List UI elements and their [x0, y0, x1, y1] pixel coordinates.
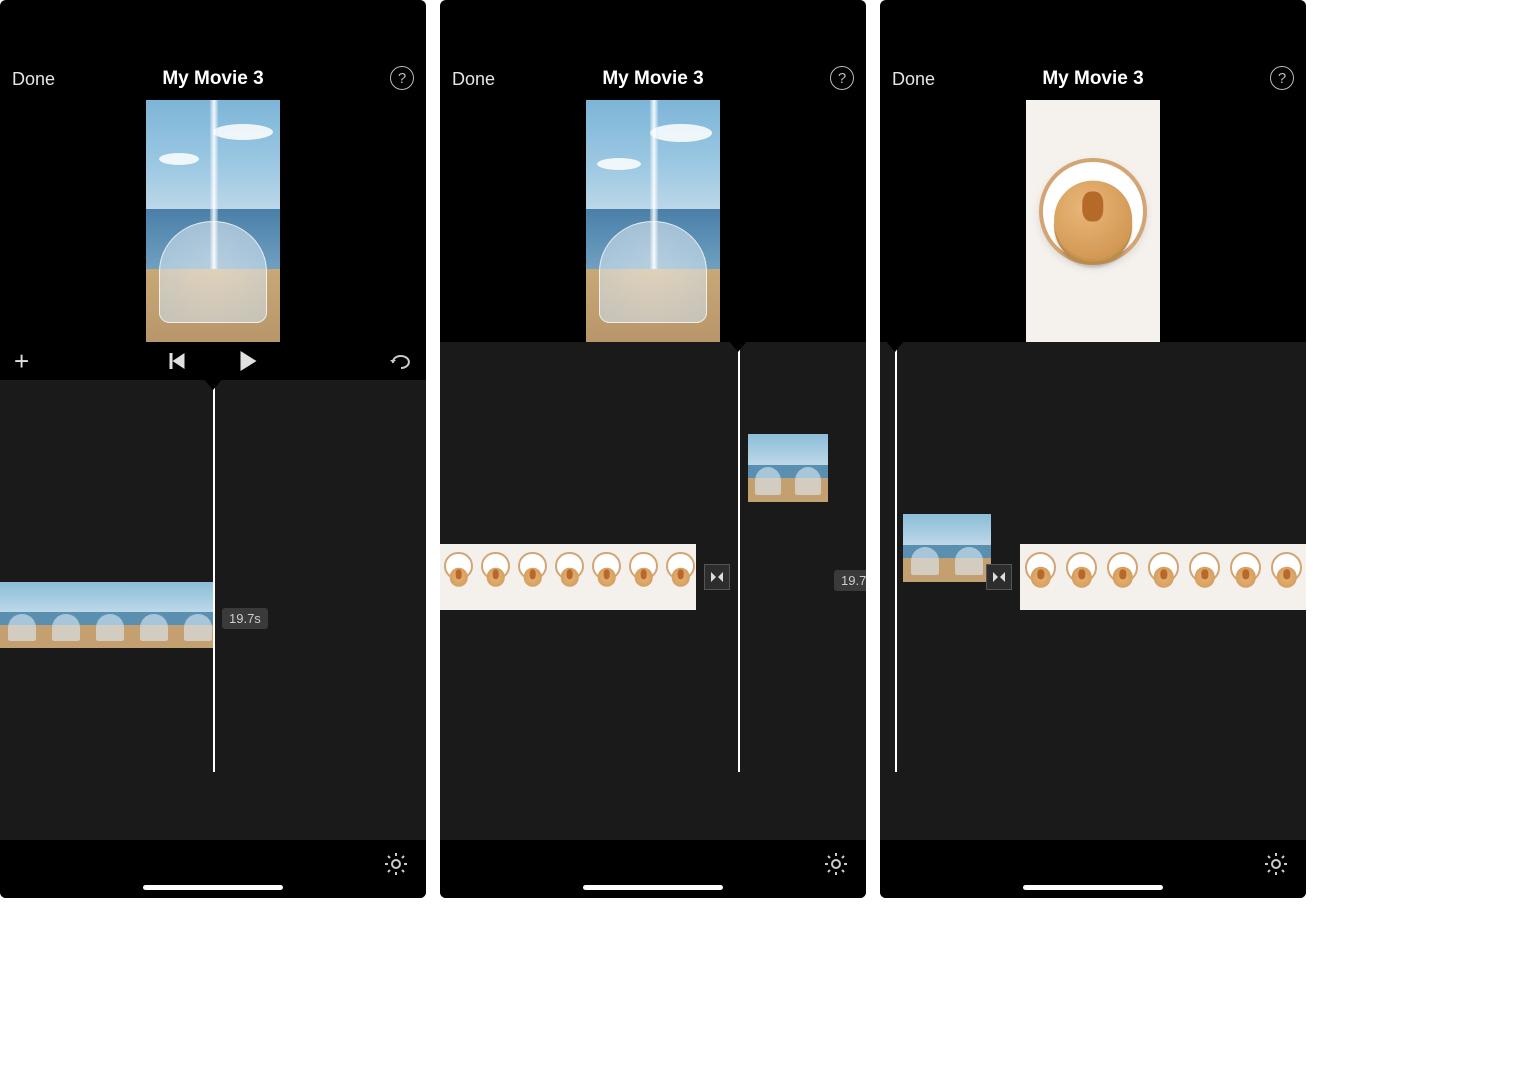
video-clip[interactable] — [0, 582, 213, 648]
editor-header: Done My Movie 3 ? — [0, 0, 426, 100]
preview-area[interactable] — [880, 100, 1306, 342]
timeline[interactable]: 19.7s — [440, 342, 866, 840]
editor-header: Done My Movie 3 ? — [880, 0, 1306, 100]
editor-header: Done My Movie 3 ? — [440, 0, 866, 100]
skip-to-start-button[interactable] — [170, 353, 185, 369]
project-title: My Movie 3 — [162, 68, 263, 90]
playhead[interactable] — [738, 342, 740, 772]
home-indicator[interactable] — [583, 885, 723, 890]
preview-area[interactable] — [440, 100, 866, 342]
undo-button[interactable] — [390, 353, 412, 369]
transition-icon[interactable] — [704, 564, 730, 590]
done-button[interactable]: Done — [452, 69, 495, 90]
settings-button[interactable] — [824, 852, 848, 876]
timeline[interactable] — [880, 342, 1306, 840]
bottom-bar — [0, 840, 426, 898]
project-title: My Movie 3 — [602, 68, 703, 90]
timeline[interactable]: 19.7s — [0, 380, 426, 840]
done-button[interactable]: Done — [892, 69, 935, 90]
settings-button[interactable] — [384, 852, 408, 876]
help-button[interactable]: ? — [1270, 66, 1294, 90]
help-button[interactable]: ? — [830, 66, 854, 90]
bottom-bar — [440, 840, 866, 898]
duration-badge: 19.7s — [834, 570, 866, 591]
playback-controls: + — [0, 342, 426, 380]
phone-screen-3: Done My Movie 3 ? — [880, 0, 1306, 898]
pip-clip[interactable] — [903, 514, 991, 582]
playhead[interactable] — [895, 342, 897, 772]
home-indicator[interactable] — [143, 885, 283, 890]
video-clip[interactable] — [440, 544, 696, 610]
playhead-marker-icon — [203, 380, 223, 390]
help-button[interactable]: ? — [390, 66, 414, 90]
done-button[interactable]: Done — [12, 69, 55, 90]
home-indicator[interactable] — [1023, 885, 1163, 890]
add-media-button[interactable]: + — [14, 346, 29, 377]
preview-area[interactable] — [0, 100, 426, 342]
video-clip[interactable] — [1020, 544, 1306, 610]
preview-video — [1026, 100, 1160, 342]
duration-badge: 19.7s — [222, 608, 268, 629]
preview-video — [586, 100, 720, 342]
phone-screen-2: Done My Movie 3 ? — [440, 0, 866, 898]
pip-clip[interactable] — [748, 434, 828, 502]
preview-video — [146, 100, 280, 342]
playhead[interactable] — [213, 380, 215, 772]
playhead-marker-icon — [885, 342, 905, 352]
bottom-bar — [880, 840, 1306, 898]
settings-button[interactable] — [1264, 852, 1288, 876]
playhead-marker-icon — [728, 342, 748, 352]
project-title: My Movie 3 — [1042, 68, 1143, 90]
phone-screen-1: Done My Movie 3 ? + — [0, 0, 426, 898]
transition-icon[interactable] — [986, 564, 1012, 590]
play-button[interactable] — [241, 351, 257, 371]
